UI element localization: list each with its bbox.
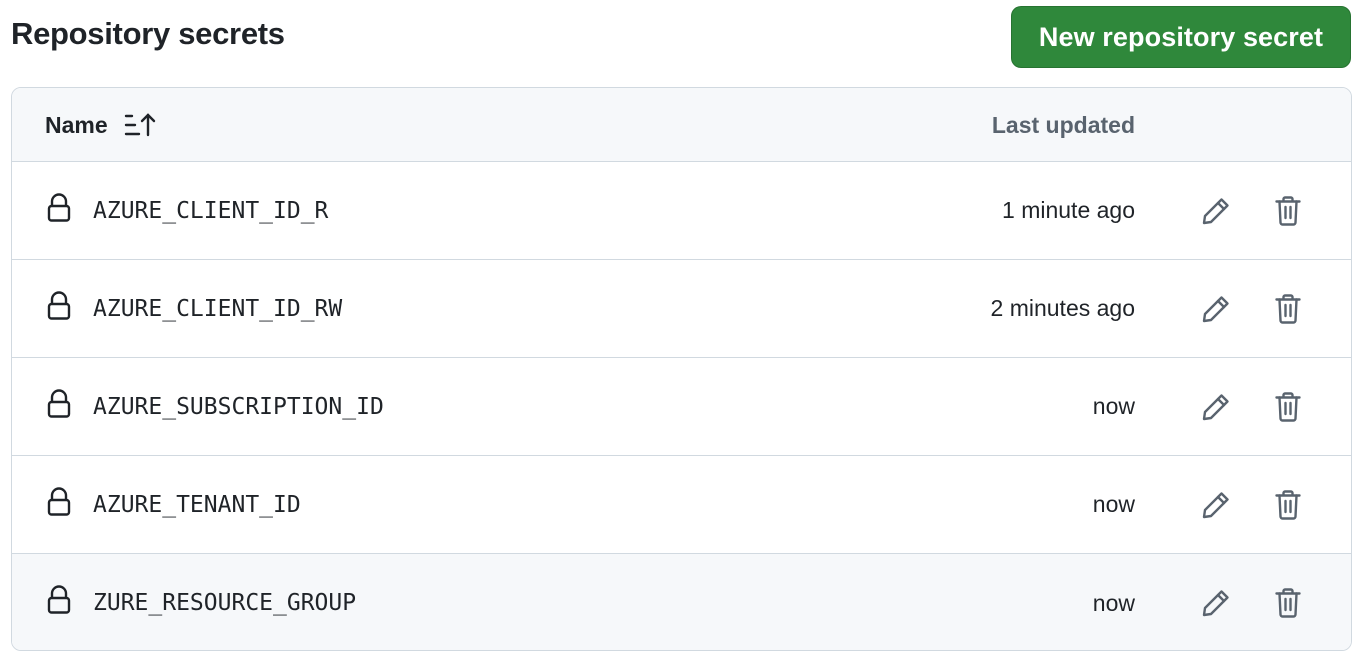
secret-row: AZURE_CLIENT_ID_R 1 minute ago	[12, 162, 1351, 260]
name-column-header[interactable]: Name	[45, 88, 158, 162]
secret-name: AZURE_SUBSCRIPTION_ID	[93, 393, 384, 420]
name-column-label: Name	[45, 111, 108, 138]
edit-secret-button[interactable]	[1194, 358, 1238, 455]
secret-row: AZURE_SUBSCRIPTION_ID now	[12, 358, 1351, 456]
page-title: Repository secrets	[11, 16, 285, 51]
delete-secret-button[interactable]	[1266, 554, 1310, 650]
pencil-icon	[1202, 197, 1229, 224]
last-updated-value: 1 minute ago	[1002, 197, 1135, 223]
trash-icon	[1275, 293, 1301, 324]
secrets-table: Name Last updated AZURE_CLIENT_ID_R 1 mi…	[11, 87, 1352, 651]
secret-row: AZURE_CLIENT_ID_RW 2 minutes ago	[12, 260, 1351, 358]
lock-icon	[46, 159, 72, 256]
secret-name: AZURE_CLIENT_ID_R	[93, 197, 329, 224]
table-header: Name Last updated	[12, 88, 1351, 162]
edit-secret-button[interactable]	[1194, 260, 1238, 357]
edit-secret-button[interactable]	[1194, 162, 1238, 259]
last-updated-value: now	[1092, 589, 1135, 616]
delete-secret-button[interactable]	[1266, 456, 1310, 553]
last-updated-value: now	[1092, 393, 1135, 419]
edit-secret-button[interactable]	[1194, 554, 1238, 650]
trash-icon	[1275, 391, 1301, 422]
secret-name: AZURE_CLIENT_ID_RW	[93, 295, 343, 322]
secret-row: ZURE_RESOURCE_GROUP now	[12, 551, 1351, 650]
lock-icon	[46, 355, 72, 452]
trash-icon	[1275, 195, 1301, 226]
pencil-icon	[1202, 491, 1229, 518]
lock-icon	[46, 551, 72, 649]
pencil-icon	[1202, 393, 1229, 420]
secret-name: AZURE_TENANT_ID	[93, 491, 301, 518]
sort-ascending-icon[interactable]	[124, 112, 158, 138]
delete-secret-button[interactable]	[1266, 162, 1310, 259]
delete-secret-button[interactable]	[1266, 358, 1310, 455]
last-updated-column-header: Last updated	[991, 111, 1135, 138]
pencil-icon	[1202, 590, 1229, 617]
lock-icon	[46, 257, 72, 354]
pencil-icon	[1202, 295, 1229, 322]
new-repository-secret-button[interactable]: New repository secret	[1011, 6, 1351, 68]
secret-row: AZURE_TENANT_ID now	[12, 456, 1351, 554]
trash-icon	[1275, 588, 1301, 618]
lock-icon	[46, 453, 72, 550]
secret-name: ZURE_RESOURCE_GROUP	[93, 590, 357, 616]
edit-secret-button[interactable]	[1194, 456, 1238, 553]
trash-icon	[1275, 489, 1301, 520]
last-updated-value: 2 minutes ago	[990, 295, 1135, 321]
last-updated-value: now	[1092, 491, 1135, 517]
delete-secret-button[interactable]	[1266, 260, 1310, 357]
